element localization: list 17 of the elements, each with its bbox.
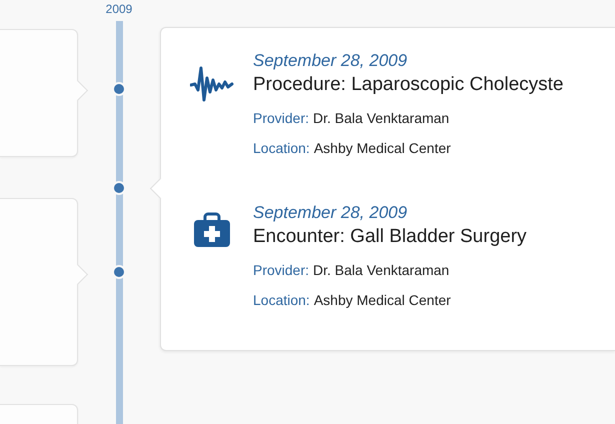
event-title: Procedure: Laparoscopic Cholecyste (253, 73, 564, 97)
event-date: September 28, 2009 (253, 202, 408, 224)
event-title: Encounter: Gall Bladder Surgery (253, 225, 527, 249)
field-value: Dr. Bala Venktaraman (313, 109, 450, 128)
timeline-dot (112, 265, 126, 279)
event-date: September 28, 2009 (253, 50, 408, 72)
field-label: Location: (253, 291, 310, 310)
field-value: Ashby Medical Center (314, 139, 451, 158)
field-value: Dr. Bala Venktaraman (313, 261, 450, 280)
field-value: Ashby Medical Center (314, 291, 451, 310)
timeline-dot (112, 82, 126, 96)
field-label: Location: (253, 139, 310, 158)
year-label: 2009 (106, 2, 132, 16)
field-label: Provider: (253, 261, 310, 280)
timeline-dot (112, 181, 126, 195)
medical-kit-icon (193, 212, 231, 248)
field-label: Provider: (253, 109, 310, 128)
